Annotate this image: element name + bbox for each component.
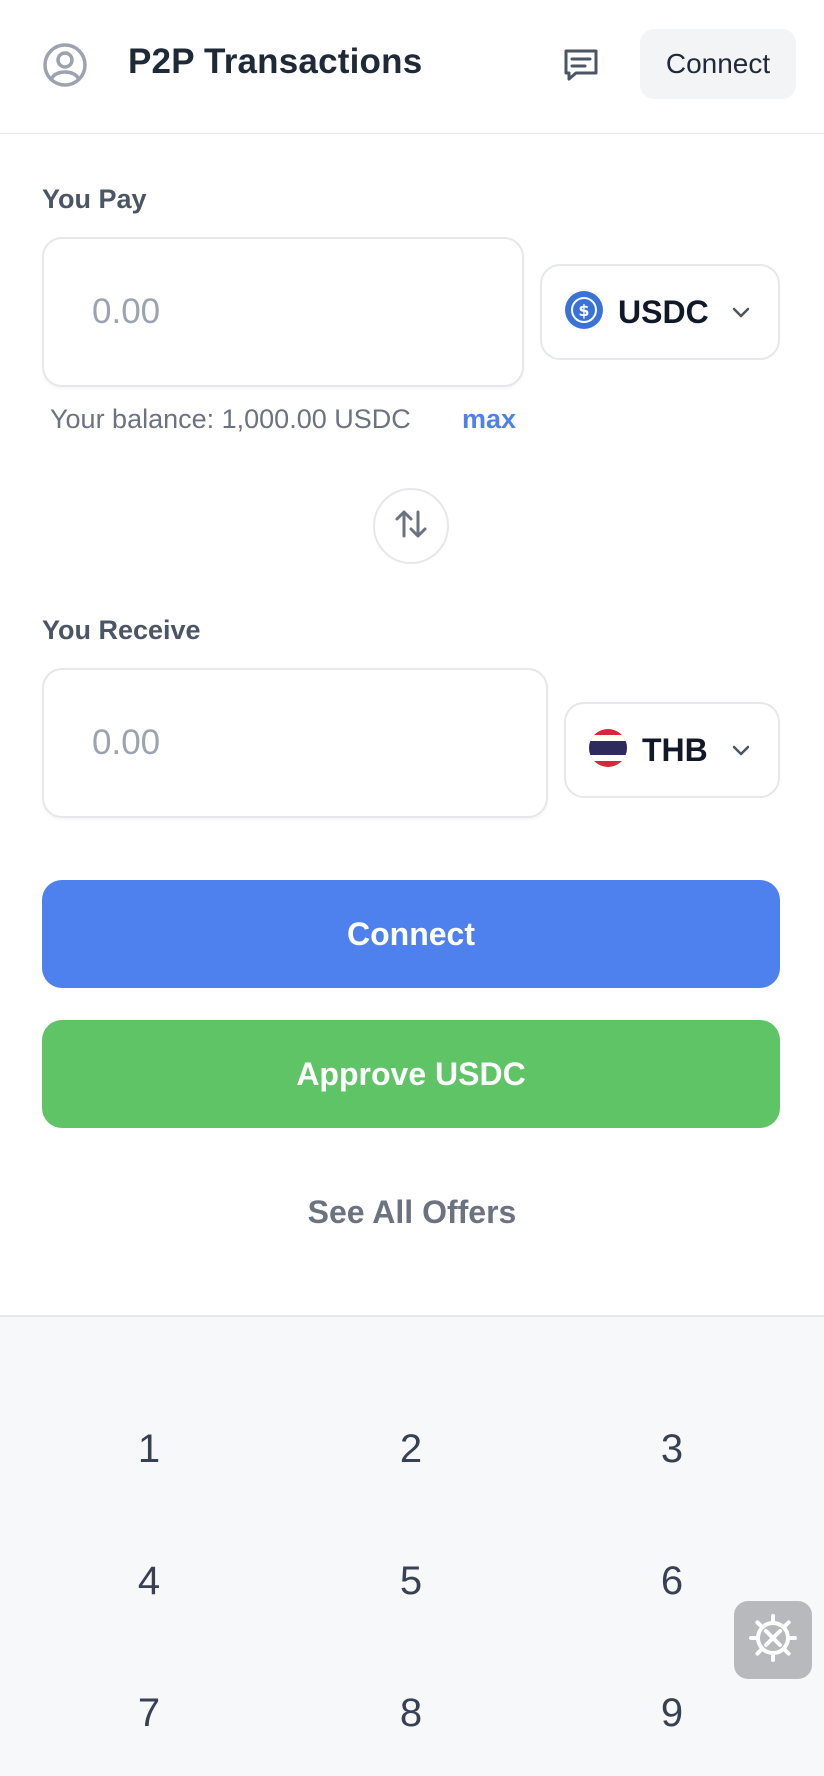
keypad-key-7[interactable]: 7: [89, 1673, 209, 1753]
keypad-key-5[interactable]: 5: [351, 1541, 471, 1621]
chevron-down-icon: [730, 739, 752, 761]
numeric-keypad: 1 2 3 4 5 6 7 8 9: [0, 1315, 824, 1776]
user-circle-icon[interactable]: [42, 42, 88, 88]
chat-icon[interactable]: [560, 44, 602, 86]
see-all-offers-link[interactable]: See All Offers: [0, 1194, 824, 1231]
keypad-key-8[interactable]: 8: [351, 1673, 471, 1753]
balance-text: Your balance: 1,000.00 USDC: [50, 404, 411, 434]
receive-currency-select[interactable]: THB: [564, 702, 780, 798]
keypad-key-9[interactable]: 9: [612, 1673, 732, 1753]
keypad-key-6[interactable]: 6: [612, 1541, 732, 1621]
pay-amount-box: [42, 237, 524, 387]
p2p-page: P2P Transactions Connect You Pay $ USDC …: [0, 0, 824, 1776]
settings-button[interactable]: [734, 1601, 812, 1679]
header: P2P Transactions Connect: [0, 0, 824, 134]
receive-amount-box: [42, 668, 548, 818]
keypad-key-3[interactable]: 3: [612, 1409, 732, 1489]
max-button[interactable]: max: [462, 404, 516, 435]
connect-button[interactable]: Connect: [42, 880, 780, 988]
swap-button[interactable]: [373, 488, 449, 564]
header-connect-button[interactable]: Connect: [640, 29, 796, 99]
receive-label: You Receive: [42, 615, 201, 645]
keypad-key-2[interactable]: 2: [351, 1409, 471, 1489]
thailand-flag-icon: [588, 728, 628, 773]
pay-currency-code: USDC: [618, 293, 709, 330]
keypad-key-1[interactable]: 1: [89, 1409, 209, 1489]
page-title: P2P Transactions: [128, 42, 423, 81]
receive-amount-input[interactable]: [92, 723, 412, 763]
swap-arrows-icon: [392, 505, 430, 548]
svg-text:$: $: [578, 301, 589, 320]
receive-currency-code: THB: [642, 731, 708, 768]
chevron-down-icon: [730, 301, 752, 323]
pay-currency-select[interactable]: $ USDC: [540, 264, 780, 360]
pay-amount-input[interactable]: [92, 292, 412, 332]
approve-usdc-button[interactable]: Approve USDC: [42, 1020, 780, 1128]
pay-label: You Pay: [42, 184, 147, 214]
keypad-key-4[interactable]: 4: [89, 1541, 209, 1621]
usdc-coin-icon: $: [564, 290, 604, 335]
settings-gear-icon: [747, 1612, 799, 1669]
